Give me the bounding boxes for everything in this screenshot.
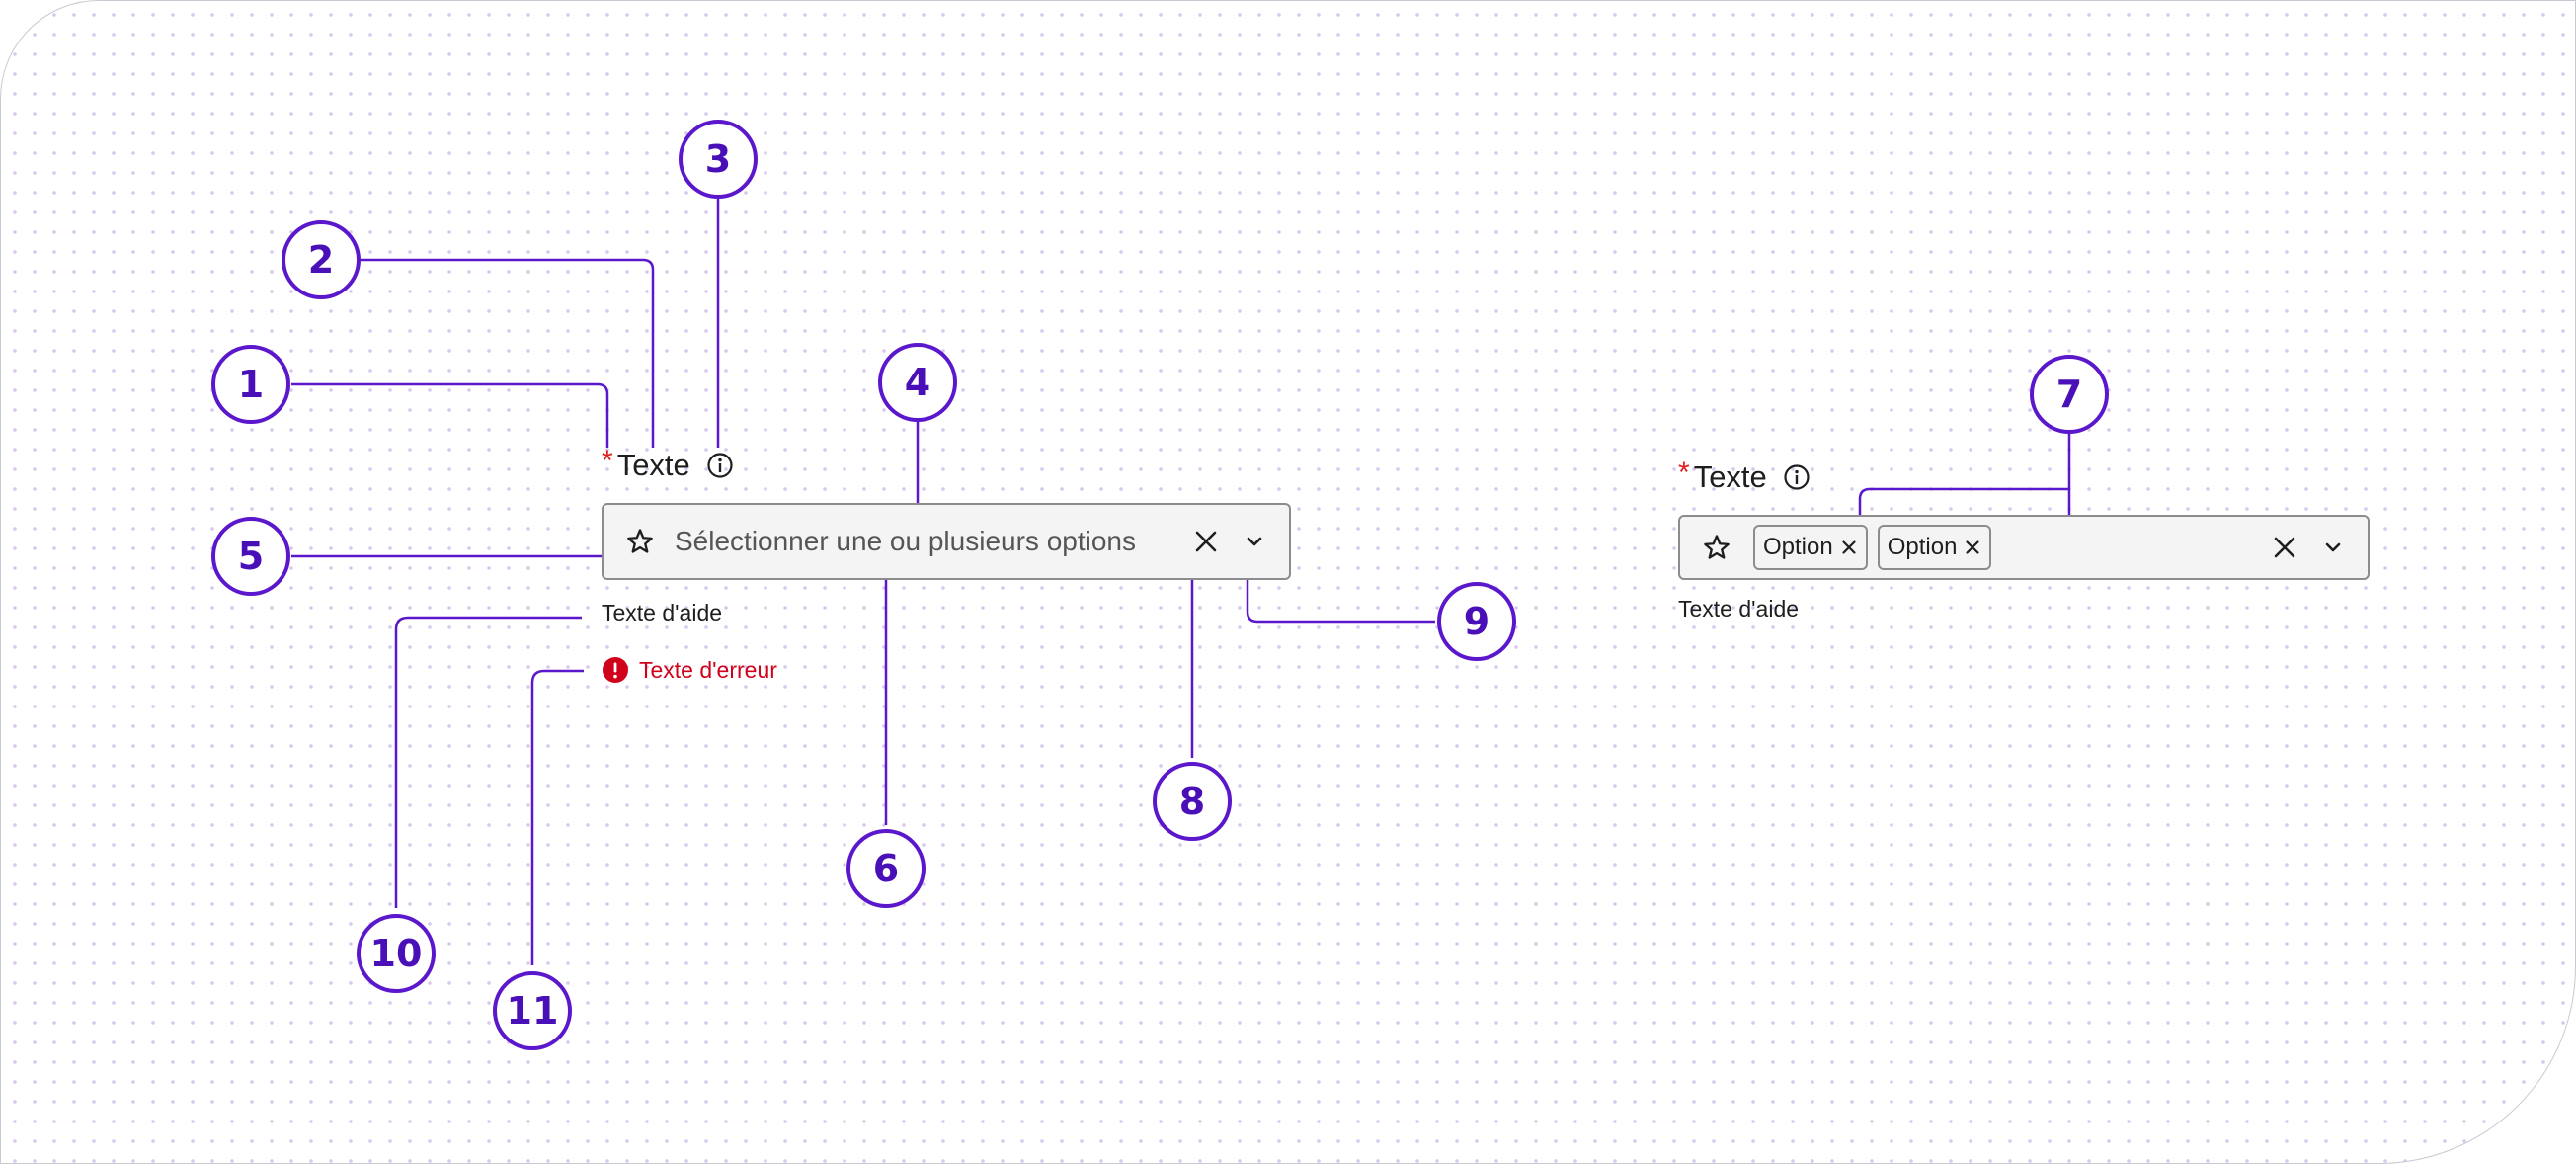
close-icon[interactable] <box>1192 528 1220 555</box>
option-chip[interactable]: Option <box>1877 525 1992 570</box>
leader-line-7 <box>1858 434 2071 527</box>
leader-line-1 <box>291 382 609 448</box>
close-icon[interactable] <box>1840 539 1858 556</box>
callout-11: 11 <box>493 971 572 1050</box>
field-label-row-filled: * Texte <box>1678 457 1811 495</box>
star-icon <box>1704 535 1730 559</box>
callout-1: 1 <box>211 345 290 424</box>
leader-line-10 <box>394 616 582 908</box>
chip-label: Option <box>1887 534 1958 560</box>
chevron-down-icon[interactable] <box>2320 535 2346 560</box>
callout-7: 7 <box>2030 355 2109 434</box>
error-icon <box>603 657 628 683</box>
callout-8: 8 <box>1153 762 1232 841</box>
leader-line-9 <box>1246 578 1435 624</box>
callout-2: 2 <box>282 220 361 299</box>
field-label: Texte <box>1693 459 1767 494</box>
leader-line-2 <box>361 258 655 448</box>
help-text: Texte d'aide <box>602 600 723 625</box>
field-label: Texte <box>616 448 690 482</box>
option-chip[interactable]: Option <box>1753 525 1868 570</box>
callout-5: 5 <box>211 517 290 596</box>
info-icon[interactable] <box>706 452 734 479</box>
multiselect-input-filled[interactable]: Option Option <box>1678 515 2370 580</box>
help-text: Texte d'aide <box>1678 596 1800 622</box>
chevron-down-icon[interactable] <box>1242 529 1267 554</box>
callout-3: 3 <box>679 120 758 199</box>
callout-4: 4 <box>878 343 957 422</box>
field-label-row: * Texte <box>602 445 734 483</box>
info-icon[interactable] <box>1783 463 1811 491</box>
star-icon <box>627 529 653 553</box>
close-icon[interactable] <box>1964 539 1981 556</box>
required-asterisk: * <box>602 445 613 477</box>
required-asterisk: * <box>1678 457 1690 489</box>
chip-label: Option <box>1763 534 1833 560</box>
multiselect-input[interactable]: Sélectionner une ou plusieurs options <box>602 503 1291 580</box>
error-text: Texte d'erreur <box>639 656 777 683</box>
leader-line-11 <box>530 669 584 965</box>
callout-10: 10 <box>357 914 436 993</box>
callout-6: 6 <box>846 829 926 908</box>
callout-9: 9 <box>1437 582 1516 661</box>
multiselect-placeholder: Sélectionner une ou plusieurs options <box>675 526 1136 556</box>
error-message: Texte d'erreur <box>602 656 777 684</box>
annotation-canvas: 1 2 3 4 5 6 7 8 9 10 11 * Texte Sélectio… <box>0 0 2576 1164</box>
close-icon[interactable] <box>2271 534 2298 561</box>
